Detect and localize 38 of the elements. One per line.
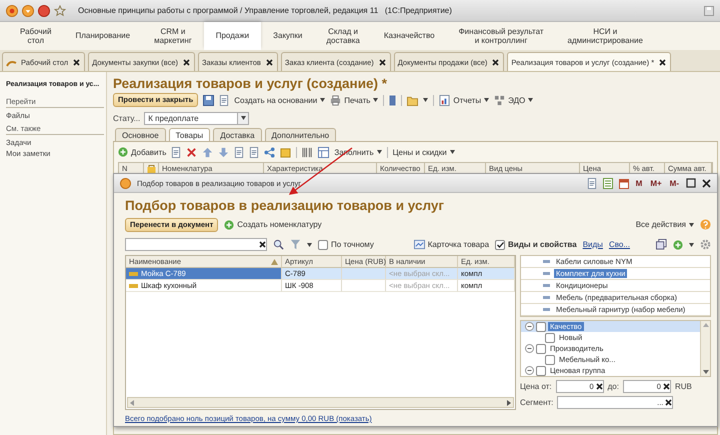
status-select[interactable]: К предоплате — [144, 112, 250, 124]
edo-menu[interactable]: ЭДО — [494, 94, 534, 106]
memory-button[interactable]: M+ — [649, 178, 663, 188]
filter-link[interactable]: Виды — [582, 240, 603, 249]
section-tab[interactable]: Продажи — [204, 22, 262, 50]
prices-menu[interactable]: Цены и скидки — [392, 148, 455, 156]
section-tab[interactable]: Рабочий стол — [8, 22, 64, 50]
price-to-label: до: — [608, 382, 619, 391]
memory-button[interactable]: M — [634, 178, 644, 188]
currency-label: RUB — [674, 382, 692, 391]
create-based-on-menu[interactable]: Создать на основании — [234, 96, 326, 104]
add-button[interactable]: Добавить — [118, 147, 166, 157]
section-tab[interactable]: Склад и доставка — [314, 22, 372, 50]
filter-link[interactable]: Сво... — [608, 240, 630, 249]
form-tab[interactable]: Дополнительно — [264, 128, 336, 141]
section-tab[interactable]: Закупки — [261, 22, 314, 50]
exact-match-checkbox[interactable]: По точному — [318, 240, 374, 250]
product-card-button[interactable]: Карточка товара — [414, 239, 490, 250]
section-tab[interactable]: Казначейство — [372, 22, 447, 50]
print-menu[interactable]: Печать — [330, 94, 378, 106]
segment-label: Сегмент: — [520, 398, 554, 407]
dialog-heading: Подбор товаров в реализацию товаров и услуг — [125, 198, 445, 214]
price-from-label: Цена от: — [520, 382, 552, 391]
section-tab[interactable]: Финансовый результат и контроллинг — [446, 22, 556, 50]
section-tab[interactable]: Планирование — [63, 22, 142, 50]
section-tab[interactable]: НСИ и администрирование — [556, 22, 655, 50]
status-label: Стату... — [113, 114, 140, 122]
reports-menu[interactable]: Отчеты — [439, 94, 490, 106]
form-tab[interactable]: Товары — [168, 128, 210, 141]
section-tab[interactable]: CRM и маркетинг — [142, 22, 204, 50]
window-title: Основные принципы работы с программой / Управление торговлей, редакция 11 (1С:Предприятие) — [78, 6, 453, 15]
memory-button[interactable]: M- — [668, 178, 680, 188]
form-tab[interactable]: Основное — [115, 128, 166, 141]
form-tab[interactable]: Доставка — [213, 128, 262, 141]
document-title: Реализация товаров и услуг (создание) * — [113, 76, 388, 91]
all-actions-menu[interactable]: Все действия — [636, 220, 694, 229]
kinds-checkbox[interactable]: Виды и свойства — [495, 240, 577, 250]
create-item-button[interactable]: Создать номенклатуру — [224, 220, 322, 230]
